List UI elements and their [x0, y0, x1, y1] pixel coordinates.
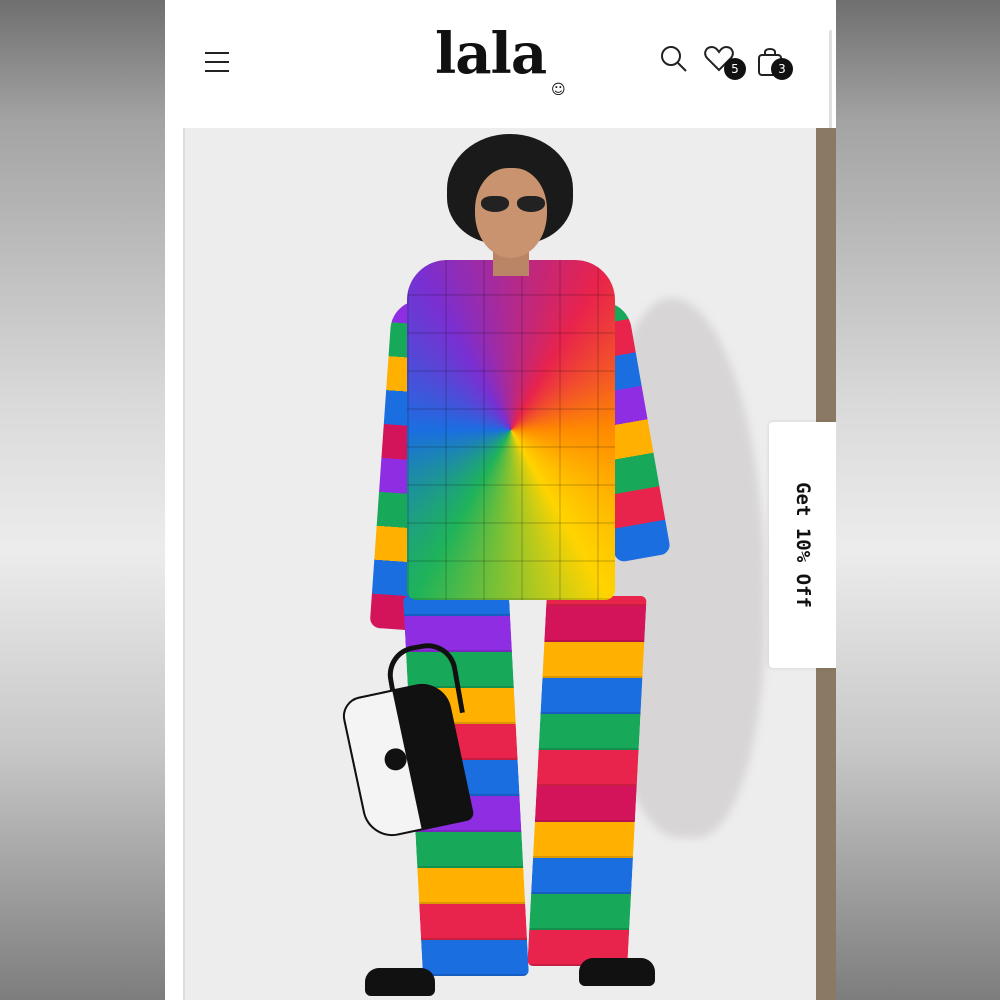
menu-button[interactable] — [203, 48, 233, 78]
search-button[interactable] — [659, 44, 693, 78]
cart-button[interactable]: 3 — [755, 44, 793, 80]
wishlist-count-badge: 5 — [724, 58, 746, 80]
model-face — [475, 168, 547, 258]
search-icon — [661, 46, 687, 72]
patchwork-shirt — [407, 260, 615, 600]
smiley-icon: ☺ — [551, 82, 566, 98]
discount-tab-label: Get 10% Off — [791, 482, 814, 608]
pants-leg-right — [527, 596, 647, 966]
get-discount-tab[interactable]: Get 10% Off — [769, 422, 836, 668]
blurred-backdrop-left — [0, 0, 165, 1000]
brand-logo[interactable]: lala — [435, 26, 547, 82]
hamburger-menu-icon — [205, 52, 229, 54]
sunglasses — [479, 196, 547, 212]
wishlist-button[interactable]: 5 — [703, 44, 746, 80]
blurred-backdrop-right — [836, 0, 1000, 1000]
app-screen: lala ☺ 5 3 Get 10% Off — [165, 0, 836, 1000]
hamburger-menu-icon — [205, 61, 229, 63]
shoe-right — [579, 958, 655, 986]
site-header: lala ☺ 5 3 — [165, 0, 836, 128]
cart-count-badge: 3 — [771, 58, 793, 80]
shoe-left — [365, 968, 435, 996]
hamburger-menu-icon — [205, 70, 229, 72]
product-hero-image[interactable] — [185, 128, 816, 1000]
image-carousel-edge-left — [165, 128, 186, 1000]
